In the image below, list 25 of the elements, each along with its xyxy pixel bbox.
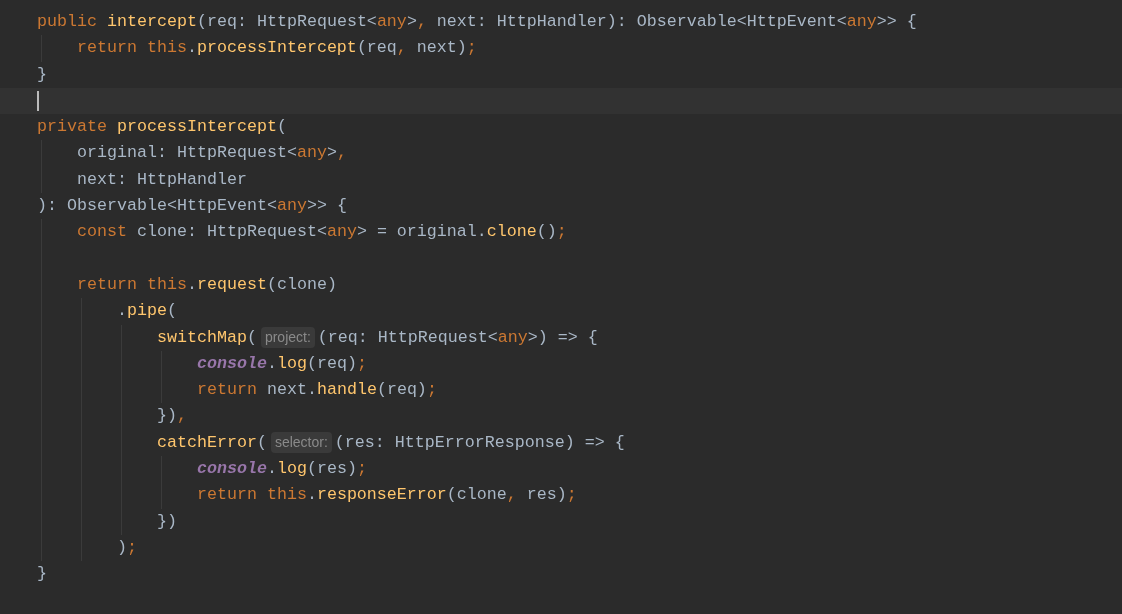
code-text: return this.request(clone) bbox=[77, 273, 337, 296]
code-text: ); bbox=[116, 536, 137, 559]
code-text: return this.processIntercept(req, next); bbox=[77, 37, 477, 60]
code-text: console.log(res); bbox=[196, 458, 367, 481]
code-text: .pipe( bbox=[116, 300, 177, 323]
code-text: private processIntercept( bbox=[37, 116, 287, 139]
code-text: } bbox=[37, 63, 47, 86]
code-text: original: HttpRequest<any>, bbox=[77, 142, 347, 165]
code-text: (res: HttpErrorResponse) => { bbox=[334, 431, 625, 454]
code-text: catchError( bbox=[156, 431, 267, 454]
code-text: next: HttpHandler bbox=[77, 168, 247, 191]
text-cursor bbox=[37, 91, 39, 112]
code-text: console.log(req); bbox=[196, 352, 367, 375]
code-text: }) bbox=[156, 510, 177, 533]
parameter-hint: project: bbox=[260, 327, 315, 349]
code-text: public intercept(req: HttpRequest<any>, next: HttpHandler): Observable<HttpEvent<any>> { bbox=[37, 11, 917, 33]
code-text: ): Observable<HttpEvent<any>> { bbox=[37, 195, 347, 218]
code-text: } bbox=[37, 563, 47, 586]
code-text: const clone: HttpRequest<any> = original.clone(); bbox=[77, 221, 567, 244]
code-text: (req: HttpRequest<any>) => { bbox=[317, 326, 598, 349]
code-text: }), bbox=[156, 405, 187, 428]
code-text: return next.handle(req); bbox=[196, 379, 437, 402]
code-text: return this.responseError(clone, res); bbox=[196, 484, 577, 507]
code-text: switchMap( bbox=[156, 326, 257, 349]
parameter-hint: selector: bbox=[270, 432, 332, 454]
